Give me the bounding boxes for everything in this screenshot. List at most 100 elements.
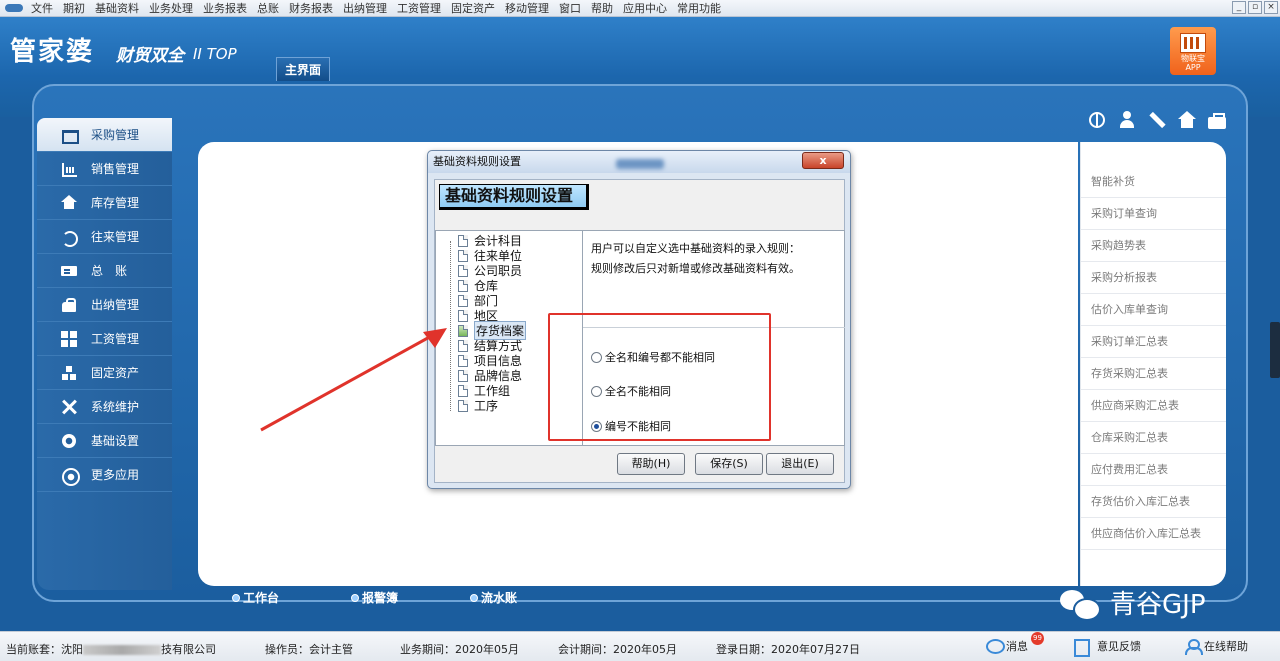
- rule-description: 用户可以自定义选中基础资料的录入规则： 规则修改后只对新增或修改基础资料有效。: [591, 239, 800, 279]
- menu-business[interactable]: 业务处理: [144, 0, 198, 17]
- menu-common-functions[interactable]: 常用功能: [672, 0, 726, 17]
- tree-item[interactable]: 仓库: [458, 278, 498, 293]
- list-item[interactable]: 智能补货: [1081, 166, 1226, 198]
- tab-alarm-book[interactable]: 报警簿: [351, 589, 398, 606]
- list-item[interactable]: 采购订单汇总表: [1081, 326, 1226, 358]
- tree-item[interactable]: 公司职员: [458, 263, 522, 278]
- app-badge[interactable]: 物联宝 APP: [1170, 27, 1216, 75]
- dialog-titlebar[interactable]: 基础资料规则设置 x: [428, 151, 850, 173]
- menu-mobile[interactable]: 移动管理: [500, 0, 554, 17]
- menu-fixed-assets[interactable]: 固定资产: [446, 0, 500, 17]
- tools-icon: [61, 399, 77, 415]
- tree-item[interactable]: 项目信息: [458, 353, 522, 368]
- tab-label: 报警簿: [362, 591, 399, 605]
- tab-label: 工作台: [243, 591, 280, 605]
- dot-icon: [232, 593, 240, 602]
- edge-handle[interactable]: [1270, 322, 1280, 378]
- feedback-icon: [1073, 639, 1090, 657]
- list-item[interactable]: 采购分析报表: [1081, 262, 1226, 294]
- feedback-button[interactable]: 意见反馈: [1073, 638, 1141, 657]
- list-item[interactable]: 供应商估价入库汇总表: [1081, 518, 1226, 550]
- document-icon: [458, 264, 468, 277]
- tab-workbench[interactable]: 工作台: [232, 589, 279, 606]
- tree-item[interactable]: 工作组: [458, 383, 510, 398]
- help-user-icon: [1184, 639, 1203, 655]
- toolbox-icon[interactable]: [1208, 111, 1226, 129]
- dialog-heading: 基础资料规则设置: [439, 184, 589, 210]
- sidebar-item-purchase[interactable]: 采购管理: [37, 118, 172, 152]
- sidebar-item-fixed-assets[interactable]: 固定资产: [37, 356, 172, 390]
- online-help-button[interactable]: 在线帮助: [1184, 638, 1248, 655]
- description-line: 用户可以自定义选中基础资料的录入规则：: [591, 242, 800, 255]
- sidebar-item-more-apps[interactable]: 更多应用: [37, 458, 172, 492]
- tree-item[interactable]: 品牌信息: [458, 368, 522, 383]
- exit-button[interactable]: 退出(E): [766, 453, 834, 475]
- ledger-icon: [61, 263, 77, 279]
- sidebar-item-basic-settings[interactable]: 基础设置: [37, 424, 172, 458]
- message-count-badge: 99: [1031, 632, 1044, 645]
- account-suffix: 技有限公司: [161, 643, 216, 656]
- sidebar-item-accounts[interactable]: 往来管理: [37, 220, 172, 254]
- tree-item[interactable]: 结算方式: [458, 338, 522, 353]
- menu-app-center[interactable]: 应用中心: [618, 0, 672, 17]
- tab-journal[interactable]: 流水账: [470, 589, 517, 606]
- list-item[interactable]: 仓库采购汇总表: [1081, 422, 1226, 454]
- menu-bar: 文件 期初 基础资料 业务处理 业务报表 总账 财务报表 出纳管理 工资管理 固…: [0, 0, 1280, 17]
- minimize-button[interactable]: _: [1232, 1, 1246, 14]
- list-item[interactable]: 采购趋势表: [1081, 230, 1226, 262]
- sidebar-item-sales[interactable]: 销售管理: [37, 152, 172, 186]
- close-window-button[interactable]: ×: [1264, 1, 1278, 14]
- menu-payroll[interactable]: 工资管理: [392, 0, 446, 17]
- dialog-close-button[interactable]: x: [802, 152, 844, 169]
- sidebar-item-general-ledger[interactable]: 总 账: [37, 254, 172, 288]
- tree-item[interactable]: 会计科目: [458, 233, 522, 248]
- menu-help[interactable]: 帮助: [586, 0, 618, 17]
- menu-cashier[interactable]: 出纳管理: [338, 0, 392, 17]
- menu-file[interactable]: 文件: [26, 0, 58, 17]
- tree-item[interactable]: 往来单位: [458, 248, 522, 263]
- sidebar-item-label: 总 账: [91, 264, 128, 278]
- globe-icon[interactable]: [1088, 111, 1106, 129]
- tree-item[interactable]: 工序: [458, 398, 498, 413]
- app-icon: [5, 4, 23, 12]
- tree-item[interactable]: 部门: [458, 293, 498, 308]
- menu-business-reports[interactable]: 业务报表: [198, 0, 252, 17]
- restore-button[interactable]: ▫: [1248, 1, 1262, 14]
- logo-main: 管家婆: [10, 37, 95, 67]
- list-item[interactable]: 应付费用汇总表: [1081, 454, 1226, 486]
- menu-opening[interactable]: 期初: [58, 0, 90, 17]
- house-icon[interactable]: [1178, 111, 1196, 129]
- sidebar-item-cashier[interactable]: 出纳管理: [37, 288, 172, 322]
- save-button[interactable]: 保存(S): [695, 453, 763, 475]
- toolbar-icons: [1088, 111, 1226, 129]
- sidebar-item-label: 往来管理: [91, 230, 140, 244]
- document-icon: [458, 384, 468, 397]
- document-icon: [458, 354, 468, 367]
- menu-ledger[interactable]: 总账: [252, 0, 284, 17]
- sidebar-item-label: 系统维护: [91, 400, 140, 414]
- document-icon: [458, 294, 468, 307]
- menu-financial-reports[interactable]: 财务报表: [284, 0, 338, 17]
- sidebar-item-label: 出纳管理: [91, 298, 140, 312]
- tab-main[interactable]: 主界面: [276, 57, 330, 81]
- sidebar-item-system-maintenance[interactable]: 系统维护: [37, 390, 172, 424]
- menu-window[interactable]: 窗口: [554, 0, 586, 17]
- login-date: 登录日期：2020年07月27日: [716, 643, 860, 656]
- gear-icon: [61, 433, 77, 449]
- list-item[interactable]: 采购订单查询: [1081, 198, 1226, 230]
- list-item[interactable]: 供应商采购汇总表: [1081, 390, 1226, 422]
- menu-basic-data[interactable]: 基础资料: [90, 0, 144, 17]
- help-button[interactable]: 帮助(H): [617, 453, 685, 475]
- right-function-list: 智能补货 采购订单查询 采购趋势表 采购分析报表 估价入库单查询 采购订单汇总表…: [1080, 142, 1226, 586]
- list-item[interactable]: 估价入库单查询: [1081, 294, 1226, 326]
- tree-item-selected[interactable]: 存货档案: [458, 321, 527, 340]
- list-item[interactable]: 存货估价入库汇总表: [1081, 486, 1226, 518]
- sidebar-item-payroll[interactable]: 工资管理: [37, 322, 172, 356]
- pen-icon[interactable]: [1148, 111, 1166, 129]
- dot-icon: [351, 593, 360, 602]
- user-icon[interactable]: [1118, 111, 1136, 129]
- sidebar-item-inventory[interactable]: 库存管理: [37, 186, 172, 220]
- message-button[interactable]: 消息: [986, 638, 1028, 654]
- sidebar-item-label: 销售管理: [91, 162, 140, 176]
- list-item[interactable]: 存货采购汇总表: [1081, 358, 1226, 390]
